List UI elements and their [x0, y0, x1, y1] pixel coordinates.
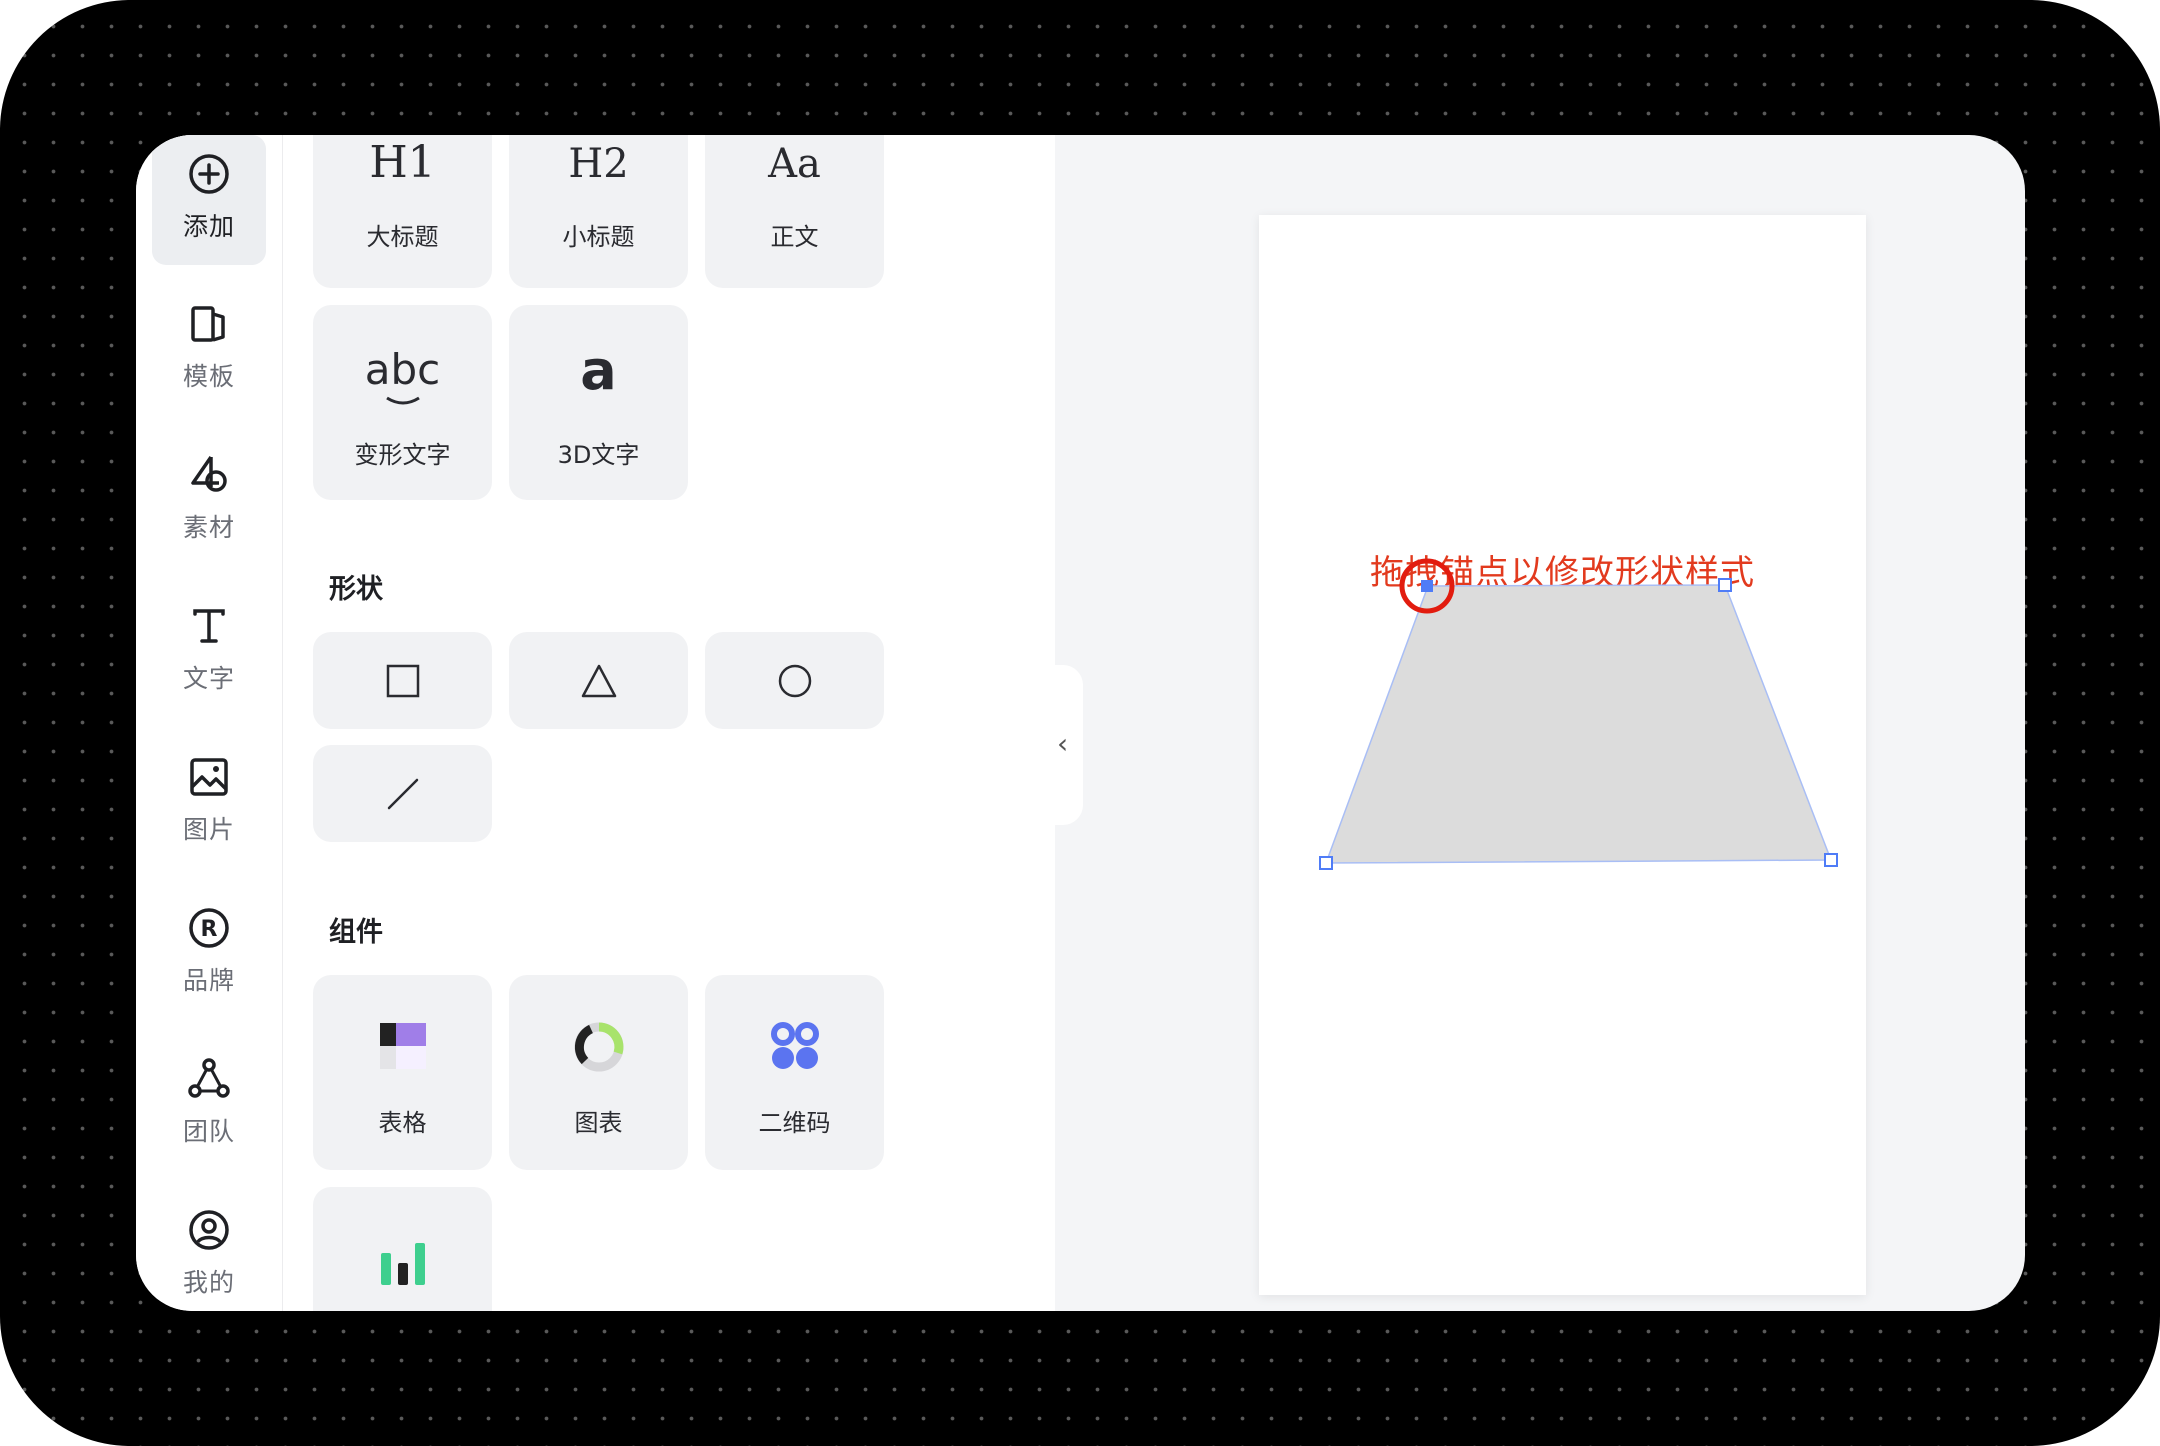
nav-item-brand[interactable]: R 品牌 — [152, 889, 266, 1019]
anchor-handle-bottom-right[interactable] — [1824, 853, 1838, 867]
shape-circle[interactable] — [705, 632, 884, 729]
component-chart[interactable]: 图表 — [509, 975, 688, 1170]
tile-label: 变形文字 — [354, 441, 451, 469]
triangle-icon — [581, 664, 617, 698]
nav-item-template[interactable]: 模板 — [152, 285, 266, 415]
device-frame: 添加 模板 素材 文字 图片 R 品牌 团队 我的 H1 大标题 H2 小标题 … — [0, 0, 2160, 1446]
nav-label: 素材 — [182, 513, 235, 542]
add-panel: H1 大标题 H2 小标题 Aa 正文 abc 变形文字 a 3D文字 形状 组… — [283, 135, 1055, 1311]
tile-label: 图表 — [574, 1109, 623, 1137]
nav-item-team[interactable]: 团队 — [152, 1040, 266, 1170]
nav-item-mine[interactable]: 我的 — [152, 1191, 266, 1311]
nav-label: 文字 — [182, 664, 235, 693]
tile-label: 二维码 — [758, 1109, 831, 1137]
component-qrcode[interactable]: 二维码 — [705, 975, 884, 1170]
artboard[interactable]: 拖拽锚点以修改形状样式 — [1259, 215, 1866, 1295]
text-tile-subheading[interactable]: H2 小标题 — [509, 135, 688, 288]
nav-label: 添加 — [182, 212, 235, 241]
tile-label: 3D文字 — [557, 441, 640, 469]
text-icon — [193, 609, 225, 643]
nav-label: 品牌 — [182, 966, 235, 995]
text-tile-body[interactable]: Aa 正文 — [705, 135, 884, 288]
nav-item-material[interactable]: 素材 — [152, 436, 266, 566]
add-circle-icon — [189, 154, 229, 194]
table-icon — [380, 1023, 426, 1069]
aa-glyph: Aa — [768, 141, 821, 187]
nav-label: 团队 — [182, 1117, 235, 1146]
nav-label: 图片 — [182, 815, 235, 844]
anchor-handle-top-right[interactable] — [1718, 578, 1732, 592]
left-nav: 添加 模板 素材 文字 图片 R 品牌 团队 我的 — [136, 135, 283, 1311]
shapes-title: 形状 — [329, 574, 383, 605]
team-icon — [188, 1058, 230, 1098]
nav-label: 我的 — [182, 1268, 235, 1297]
trapezoid-shape[interactable] — [1259, 215, 1866, 1295]
anchor-handle-top-left[interactable] — [1421, 580, 1433, 592]
component-table[interactable]: 表格 — [313, 975, 492, 1170]
template-icon — [191, 306, 225, 342]
h1-glyph: H1 — [369, 137, 436, 188]
collapse-panel-button[interactable]: ‹ — [1053, 665, 1083, 825]
abc-glyph: abc — [364, 345, 441, 394]
shape-triangle[interactable] — [509, 632, 688, 729]
h2-glyph: H2 — [568, 141, 629, 187]
brand-icon: R — [189, 908, 229, 948]
user-icon — [189, 1210, 229, 1250]
text-tile-heading[interactable]: H1 大标题 — [313, 135, 492, 288]
nav-item-text[interactable]: 文字 — [152, 587, 266, 717]
text-tile-warp[interactable]: abc 变形文字 — [313, 305, 492, 500]
tile-label: 表格 — [378, 1109, 427, 1137]
component-bar-chart[interactable] — [313, 1187, 492, 1311]
tile-label: 正文 — [770, 223, 819, 251]
qrcode-icon — [771, 1022, 819, 1069]
tile-label: 大标题 — [366, 223, 439, 251]
3d-a-glyph: a — [580, 339, 617, 402]
nav-item-image[interactable]: 图片 — [152, 738, 266, 868]
chevron-left-icon: ‹ — [1057, 727, 1069, 760]
shape-line[interactable] — [313, 745, 492, 842]
bar-chart-icon — [381, 1243, 425, 1285]
anchor-handle-bottom-left[interactable] — [1319, 856, 1333, 870]
svg-text:R: R — [201, 917, 218, 942]
app-window: 添加 模板 素材 文字 图片 R 品牌 团队 我的 H1 大标题 H2 小标题 … — [136, 135, 2025, 1311]
shape-rectangle[interactable] — [313, 632, 492, 729]
circle-icon — [778, 664, 812, 698]
warp-curve-icon — [386, 396, 420, 405]
text-tile-3d[interactable]: a 3D文字 — [509, 305, 688, 500]
rectangle-icon — [386, 664, 420, 698]
components-title: 组件 — [329, 917, 383, 948]
line-icon — [387, 778, 419, 810]
material-icon — [191, 456, 227, 492]
image-icon — [190, 758, 228, 796]
nav-label: 模板 — [182, 362, 235, 391]
nav-item-add[interactable]: 添加 — [152, 135, 266, 265]
chart-icon — [574, 1022, 624, 1072]
tile-label: 小标题 — [562, 223, 635, 251]
